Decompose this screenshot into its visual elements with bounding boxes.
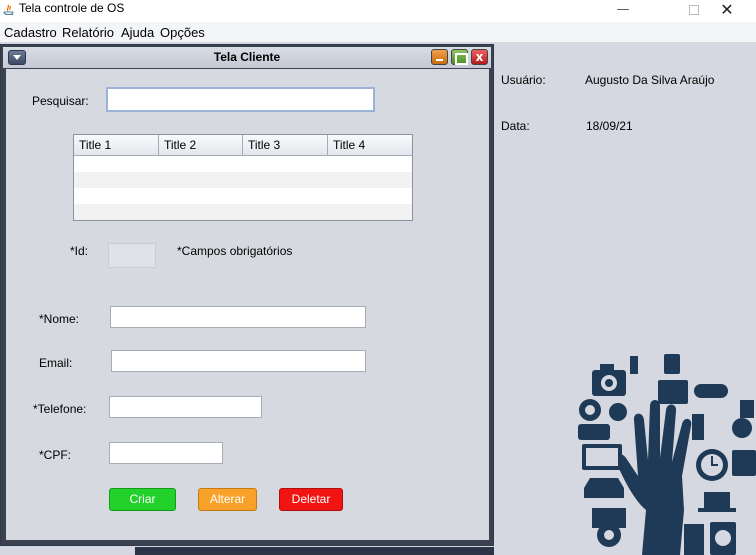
menubar: Cadastro Relatório Ajuda Opções [0,22,756,42]
name-field[interactable] [110,306,366,328]
table-row[interactable] [74,204,412,220]
clients-table[interactable]: Title 1 Title 2 Title 3 Title 4 [73,134,413,221]
user-name: Augusto Da Silva Araújo [585,73,715,87]
search-label: Pesquisar: [32,94,89,108]
table-header-cell[interactable]: Title 2 [159,135,243,155]
id-field [108,243,156,268]
user-label: Usuário: [501,73,546,87]
table-header-cell[interactable]: Title 3 [243,135,328,155]
menu-ajuda[interactable]: Ajuda [121,25,154,40]
frame-minimize-icon[interactable] [431,49,448,65]
java-app-icon [3,4,14,16]
table-header-cell[interactable]: Title 4 [328,135,412,155]
minimize-button[interactable]: — [600,2,646,22]
phone-label: *Telefone: [33,402,87,416]
client-internal-frame: Tela Cliente x Pesquisar: Title 1 Title … [0,44,494,546]
window-titlebar: Tela controle de OS — ✕ [0,0,756,22]
phone-field[interactable] [109,396,262,418]
required-fields-note: *Campos obrigatórios [177,244,293,258]
frame-close-icon[interactable]: x [471,49,488,65]
search-input[interactable] [106,87,375,112]
technology-hand-illustration [578,354,756,555]
frame-maximize-icon[interactable] [451,49,468,65]
date-label: Data: [501,119,530,133]
email-field[interactable] [111,350,366,372]
close-button[interactable]: ✕ [704,0,750,20]
menu-opcoes[interactable]: Opções [160,25,205,40]
internal-frame-titlebar[interactable]: Tela Cliente x [3,47,491,68]
table-header: Title 1 Title 2 Title 3 Title 4 [74,135,412,156]
maximize-icon [689,5,699,15]
email-label: Email: [39,356,73,370]
date-value: 18/09/21 [586,119,633,133]
menu-cadastro[interactable]: Cadastro [4,25,57,40]
table-header-cell[interactable]: Title 1 [74,135,159,155]
delete-button[interactable]: Deletar [279,488,343,511]
id-label: *Id: [70,244,89,258]
client-form: Pesquisar: Title 1 Title 2 Title 3 Title… [6,69,489,540]
window-title: Tela controle de OS [19,1,125,15]
table-row[interactable] [74,172,412,188]
menu-relatorio[interactable]: Relatório [62,25,114,40]
internal-frame-title: Tela Cliente [213,50,281,64]
cpf-label: *CPF: [39,448,72,462]
frame-shadow [135,547,494,555]
table-row[interactable] [74,156,412,172]
name-label: *Nome: [39,312,80,326]
table-row[interactable] [74,188,412,204]
cpf-field[interactable] [109,442,223,464]
edit-button[interactable]: Alterar [198,488,257,511]
create-button[interactable]: Criar [109,488,176,511]
